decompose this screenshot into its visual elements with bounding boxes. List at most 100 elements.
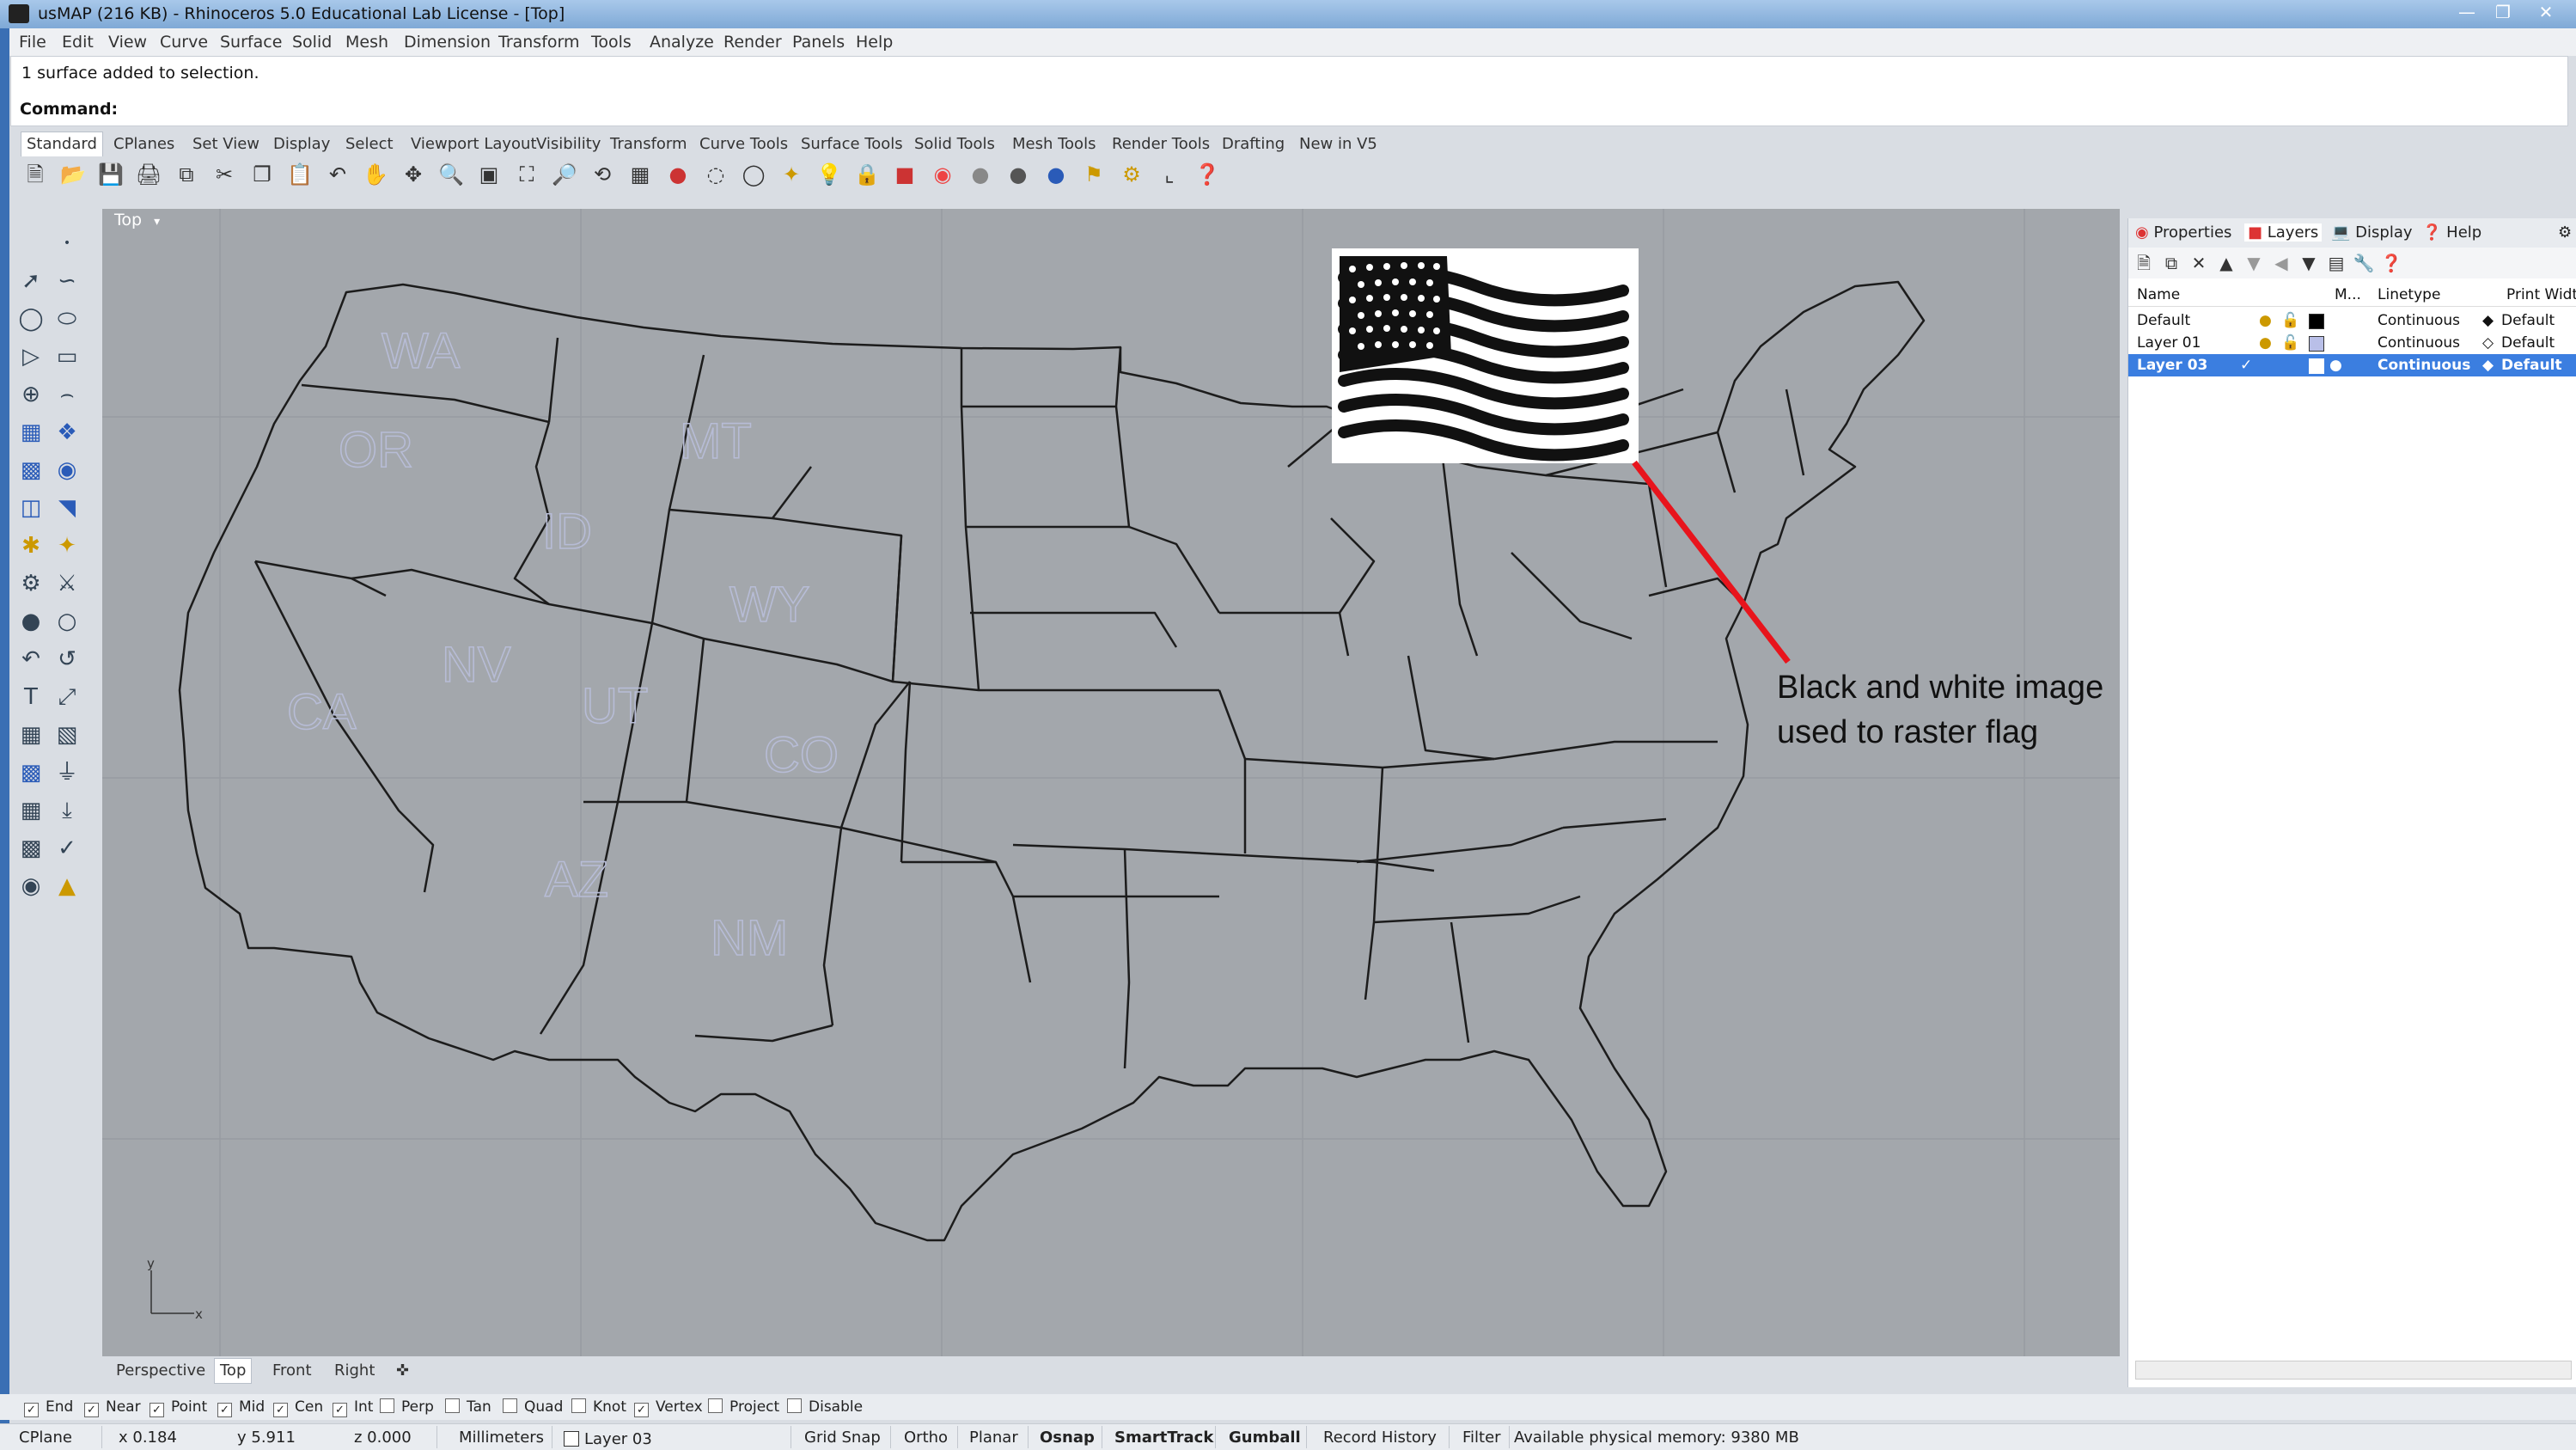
osnap-int[interactable]: ✓ Int <box>333 1398 373 1417</box>
tab-help[interactable]: ❓ Help <box>2422 223 2481 242</box>
polygon-tool-icon[interactable]: ▷ <box>14 340 48 373</box>
split-tool-icon[interactable]: ⚙ <box>14 567 48 600</box>
point-tool-icon[interactable]: • <box>50 227 84 260</box>
polyline-tool-icon[interactable]: ➚ <box>14 265 48 297</box>
dimension-tool-icon[interactable]: ⏚ <box>50 756 84 789</box>
restore-icon[interactable]: ❐ <box>2488 2 2518 22</box>
osnap-tan[interactable]: Tan <box>445 1398 491 1416</box>
layer-print-width[interactable]: Default <box>2501 334 2555 352</box>
minimize-icon[interactable]: — <box>2452 2 2481 22</box>
explode-tool-icon[interactable]: ✦ <box>50 529 84 562</box>
cplane-icon[interactable]: ◯ <box>739 160 768 189</box>
viewport-dropdown-icon[interactable]: ▾ <box>154 215 160 229</box>
osnap-button[interactable]: Osnap <box>1040 1429 1095 1447</box>
menu-tools[interactable]: Tools <box>591 33 632 52</box>
layer-row-current[interactable]: Layer 03 ✓ ● Continuous ◆ Default <box>2128 354 2576 376</box>
add-viewport-tab-icon[interactable]: ✜ <box>396 1361 409 1380</box>
boolean-tool-icon[interactable]: ◉ <box>50 454 84 486</box>
tab-visibility[interactable]: Visibility <box>536 135 601 153</box>
move-tool-icon[interactable]: ▦ <box>14 719 48 751</box>
lightbulb-icon[interactable]: 💡 <box>815 160 844 189</box>
osnap-tan-checkbox[interactable] <box>445 1398 460 1413</box>
car-shaded-icon[interactable]: ● <box>663 160 693 189</box>
rotate-view-icon[interactable]: ✥ <box>399 160 428 189</box>
osnap-end[interactable]: ✓ End <box>24 1398 73 1417</box>
osnap-near-checkbox[interactable]: ✓ <box>84 1403 99 1417</box>
osnap-int-checkbox[interactable]: ✓ <box>333 1403 347 1417</box>
tab-set-view[interactable]: Set View <box>192 135 259 153</box>
osnap-knot-checkbox[interactable] <box>571 1398 586 1413</box>
gumball-button[interactable]: Gumball <box>1229 1429 1301 1447</box>
paint-tool-icon[interactable]: ▲ <box>50 870 84 902</box>
circle-tool-icon[interactable]: ◯ <box>14 303 48 335</box>
render-tool-icon[interactable]: ◉ <box>14 870 48 902</box>
move-out-icon[interactable]: ◀ <box>2269 251 2293 275</box>
status-layer[interactable]: Layer 03 <box>564 1429 652 1448</box>
options-gear-icon[interactable]: ⚙ <box>1117 160 1146 189</box>
osnap-perp-checkbox[interactable] <box>380 1398 394 1413</box>
osnap-cen-checkbox[interactable]: ✓ <box>273 1403 288 1417</box>
tab-new-in-v5[interactable]: New in V5 <box>1299 135 1377 153</box>
new-sublayer-icon[interactable]: ⧉ <box>2159 251 2183 275</box>
menu-curve[interactable]: Curve <box>160 33 208 52</box>
zoom-window-icon[interactable]: ▣ <box>474 160 504 189</box>
lock-icon[interactable]: 🔒 <box>852 160 882 189</box>
tab-render-tools[interactable]: Render Tools <box>1112 135 1210 153</box>
menu-transform[interactable]: Transform <box>498 33 580 52</box>
sphere-gray-icon[interactable]: ● <box>966 160 995 189</box>
new-layer-icon[interactable]: 🗎 <box>2132 251 2156 275</box>
paste-icon[interactable]: 📋 <box>285 160 314 189</box>
array-tool-icon[interactable]: ▦ <box>14 794 48 827</box>
undo-icon[interactable]: ↶ <box>323 160 352 189</box>
tab-surface-tools[interactable]: Surface Tools <box>801 135 903 153</box>
layer-icon[interactable]: ■ <box>890 160 919 189</box>
rectangle-tool-icon[interactable]: ▭ <box>50 340 84 373</box>
menu-dimension[interactable]: Dimension <box>404 33 491 52</box>
osnap-near[interactable]: ✓ Near <box>84 1398 141 1417</box>
render-icon[interactable]: ⚑ <box>1079 160 1108 189</box>
tab-properties[interactable]: ◉ Properties <box>2135 223 2231 242</box>
orient-tool-icon[interactable]: ▩ <box>14 756 48 789</box>
plane-tool-icon[interactable]: ◥ <box>50 492 84 524</box>
osnap-perp[interactable]: Perp <box>380 1398 434 1416</box>
osnap-point-checkbox[interactable]: ✓ <box>150 1403 164 1417</box>
print-icon[interactable]: 🖨 <box>134 160 163 189</box>
osnap-project[interactable]: Project <box>708 1398 779 1416</box>
fillet-tool-icon[interactable]: ⌢ <box>50 378 84 411</box>
layer-color-swatch[interactable] <box>2309 336 2324 352</box>
tools-icon[interactable]: 🔧 <box>2352 251 2376 275</box>
layer-print-width[interactable]: Default <box>2501 312 2555 329</box>
tab-mesh-tools[interactable]: Mesh Tools <box>1012 135 1096 153</box>
ungroup-tool-icon[interactable]: ○ <box>50 605 84 638</box>
group-tool-icon[interactable]: ● <box>14 605 48 638</box>
layer-linetype[interactable]: Continuous <box>2378 357 2470 374</box>
layer-help-icon[interactable]: ❓ <box>2379 251 2403 275</box>
undo-view-icon[interactable]: ⟲ <box>588 160 617 189</box>
menu-help[interactable]: Help <box>856 33 893 52</box>
tab-front[interactable]: Front <box>272 1361 312 1380</box>
box-tool-icon[interactable]: ▩ <box>14 454 48 486</box>
osnap-vertex-checkbox[interactable]: ✓ <box>634 1403 649 1417</box>
move-up-icon[interactable]: ▲ <box>2214 251 2238 275</box>
scale-tool-icon[interactable]: ⤢ <box>50 681 84 713</box>
close-icon[interactable]: ✕ <box>2531 2 2561 22</box>
panel-horizontal-scrollbar[interactable] <box>2135 1361 2572 1380</box>
help-icon[interactable]: ❓ <box>1193 160 1222 189</box>
osnap-knot[interactable]: Knot <box>571 1398 626 1416</box>
move-down-icon[interactable]: ▼ <box>2242 251 2266 275</box>
zoom-selected-icon[interactable]: 🔎 <box>550 160 579 189</box>
osnap-point[interactable]: ✓ Point <box>150 1398 207 1417</box>
check-tool-icon[interactable]: ✓ <box>50 832 84 865</box>
tab-perspective[interactable]: Perspective <box>116 1361 205 1380</box>
col-material[interactable]: M... <box>2335 286 2361 303</box>
menu-surface[interactable]: Surface <box>220 33 282 52</box>
tab-display[interactable]: Display <box>273 135 330 153</box>
mirror-tool-icon[interactable]: ▧ <box>50 719 84 751</box>
layer-linetype[interactable]: Continuous <box>2378 312 2460 329</box>
trim-tool-icon[interactable]: ⚔ <box>50 567 84 600</box>
sphere-blue-icon[interactable]: ● <box>1041 160 1071 189</box>
menu-edit[interactable]: Edit <box>62 33 94 52</box>
menu-file[interactable]: File <box>19 33 46 52</box>
transform-tool-icon[interactable]: ⤓ <box>50 794 84 827</box>
panel-settings-icon[interactable]: ⚙ <box>2558 223 2572 242</box>
